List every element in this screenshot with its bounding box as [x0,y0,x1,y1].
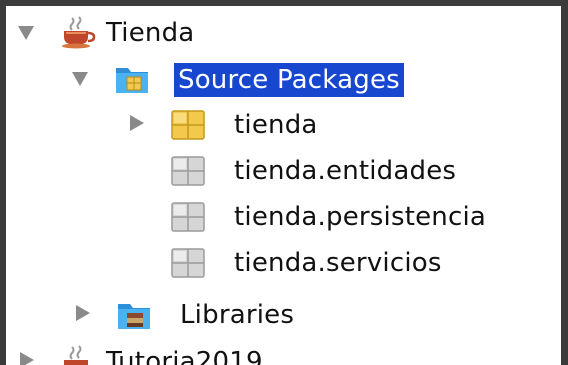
coffee-cup-project-icon [64,345,88,365]
empty-package-icon [171,202,205,232]
expand-toggle-icon[interactable] [18,26,34,40]
tree-node-package-tienda[interactable]: tienda [6,106,561,146]
window-frame: Tienda Source Packages tienda tienda.ent… [0,0,568,365]
project-tree: Tienda Source Packages tienda tienda.ent… [6,6,561,365]
expand-toggle-icon[interactable] [130,115,144,131]
tree-node-package-tienda-servicios[interactable]: tienda.servicios [6,244,561,284]
expand-toggle-icon[interactable] [72,72,88,86]
tree-node-libraries[interactable]: Libraries [6,296,561,336]
tree-node-label[interactable]: Source Packages [174,63,404,97]
tree-node-project-tutoria2019[interactable]: Tutoria2019 [6,342,561,365]
expand-toggle-icon[interactable] [76,305,90,321]
tree-node-label[interactable]: Tienda [106,16,194,50]
empty-package-icon [171,156,205,186]
source-folder-icon [116,68,148,93]
empty-package-icon [171,248,205,278]
tree-node-project-tienda[interactable]: Tienda [6,14,561,54]
tree-node-label[interactable]: tienda.persistencia [234,200,486,234]
tree-node-package-tienda-entidades[interactable]: tienda.entidades [6,152,561,192]
package-icon [171,110,205,140]
tree-node-package-tienda-persistencia[interactable]: tienda.persistencia [6,198,561,238]
tree-node-label[interactable]: Tutoria2019 [106,345,263,365]
tree-node-label[interactable]: Libraries [180,298,294,332]
tree-node-label[interactable]: tienda.servicios [234,246,442,280]
tree-node-label[interactable]: tienda.entidades [234,154,456,188]
libraries-folder-icon [118,304,150,329]
tree-node-source-packages[interactable]: Source Packages [6,60,561,100]
expand-toggle-icon[interactable] [20,352,34,365]
tree-node-label[interactable]: tienda [234,108,318,142]
coffee-cup-project-icon [62,16,96,49]
